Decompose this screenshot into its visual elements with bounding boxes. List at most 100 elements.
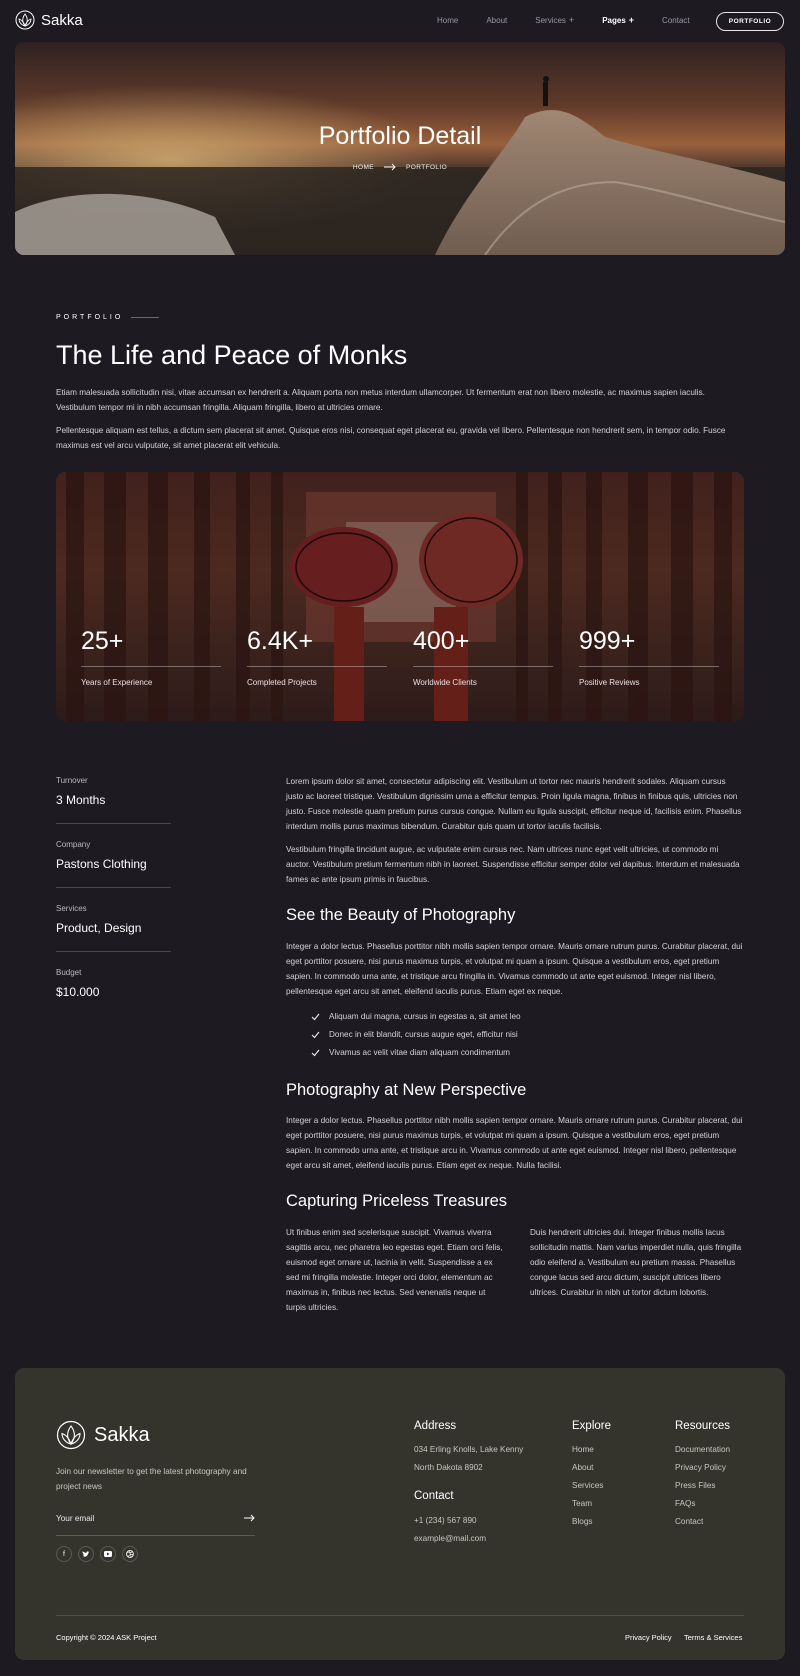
breadcrumb: HOME PORTFOLIO bbox=[15, 163, 785, 171]
address-line-1: 034 Erling Knolls, Lake Kenny bbox=[414, 1445, 524, 1454]
breadcrumb-home[interactable]: HOME bbox=[353, 164, 374, 171]
explore-link-home[interactable]: Home bbox=[572, 1445, 594, 1454]
privacy-policy-link[interactable]: Privacy Policy bbox=[625, 1633, 672, 1642]
info-value: $10.000 bbox=[56, 985, 100, 999]
social-links: f bbox=[56, 1546, 138, 1562]
check-item: Vivamus ac velit vitae diam aliquam cond… bbox=[311, 1048, 510, 1057]
nav-pages-label: Pages bbox=[602, 15, 626, 25]
dribbble-icon[interactable] bbox=[122, 1546, 138, 1562]
info-label: Budget bbox=[56, 968, 82, 977]
check-item: Aliquam dui magna, cursus in egestas a, … bbox=[311, 1012, 521, 1021]
stat-experience: 25+ Years of Experience bbox=[81, 627, 221, 687]
contact-email[interactable]: example@mail.com bbox=[414, 1534, 486, 1543]
check-icon bbox=[311, 1031, 320, 1038]
info-value: Product, Design bbox=[56, 921, 142, 935]
lotus-logo-icon bbox=[56, 1420, 86, 1450]
info-company: Company Pastons Clothing bbox=[56, 840, 171, 871]
explore-link-team[interactable]: Team bbox=[572, 1499, 592, 1508]
content-paragraph-2: Vestibulum fringilla tincidunt augue, ac… bbox=[286, 845, 740, 884]
contact-phone[interactable]: +1 (234) 567 890 bbox=[414, 1516, 477, 1525]
breadcrumb-current: PORTFOLIO bbox=[406, 163, 448, 171]
intro-paragraph-1: Etiam malesuada sollicitudin nisi, vitae… bbox=[56, 388, 705, 412]
content-paragraph-4: Integer a dolor lectus. Phasellus portti… bbox=[286, 1116, 743, 1170]
resources-link-contact[interactable]: Contact bbox=[675, 1517, 703, 1526]
check-label: Donec in elit blandit, cursus augue eget… bbox=[329, 1030, 518, 1039]
footer: Sakka Join our newsletter to get the lat… bbox=[15, 1368, 785, 1660]
plus-icon: + bbox=[568, 15, 575, 25]
facebook-icon[interactable]: f bbox=[56, 1546, 72, 1562]
explore-link-about[interactable]: About bbox=[572, 1463, 593, 1472]
stat-projects: 6.4K+ Completed Projects bbox=[247, 627, 387, 687]
resources-link-documentation[interactable]: Documentation bbox=[675, 1445, 730, 1454]
arrow-right-icon bbox=[384, 163, 396, 171]
explore-link-blogs[interactable]: Blogs bbox=[572, 1517, 592, 1526]
content-paragraph-3: Integer a dolor lectus. Phasellus portti… bbox=[286, 942, 743, 996]
resources-heading: Resources bbox=[675, 1420, 730, 1432]
contact-heading: Contact bbox=[414, 1490, 454, 1502]
resources-link-press[interactable]: Press Files bbox=[675, 1481, 716, 1490]
stat-reviews: 999+ Positive Reviews bbox=[579, 627, 719, 687]
explore-heading: Explore bbox=[572, 1420, 611, 1432]
address-line-2: North Dakota 8902 bbox=[414, 1463, 483, 1472]
eyebrow-divider bbox=[131, 317, 160, 318]
nav-home[interactable]: Home bbox=[437, 16, 458, 25]
resources-link-privacy[interactable]: Privacy Policy bbox=[675, 1463, 726, 1472]
arrow-right-icon[interactable] bbox=[244, 1514, 255, 1522]
check-label: Vivamus ac velit vitae diam aliquam cond… bbox=[329, 1048, 510, 1057]
address-heading: Address bbox=[414, 1420, 457, 1432]
intro-paragraph-2: Pellentesque aliquam est tellus, a dictu… bbox=[56, 426, 726, 450]
stat-divider bbox=[413, 666, 553, 667]
brand-logo[interactable]: Sakka bbox=[15, 10, 83, 30]
twitter-icon[interactable] bbox=[78, 1546, 94, 1562]
email-placeholder: Your email bbox=[56, 1514, 95, 1523]
explore-link-services[interactable]: Services bbox=[572, 1481, 603, 1490]
stat-label: Years of Experience bbox=[81, 678, 153, 687]
nav-pages[interactable]: Pages + bbox=[602, 15, 634, 25]
lotus-logo-icon bbox=[15, 10, 35, 30]
info-budget: Budget $10.000 bbox=[56, 968, 171, 999]
stats-banner: 25+ Years of Experience 6.4K+ Completed … bbox=[56, 472, 744, 721]
page-title: Portfolio Detail bbox=[318, 122, 482, 150]
info-services: Services Product, Design bbox=[56, 904, 171, 935]
top-navbar: Sakka Home About Services + Pages + Cont… bbox=[0, 0, 800, 42]
plus-icon: + bbox=[628, 15, 635, 25]
portfolio-button[interactable]: PORTFOLIO bbox=[716, 12, 784, 31]
stat-divider bbox=[579, 666, 719, 667]
eyebrow-label: PORTFOLIO bbox=[56, 314, 124, 321]
nav-contact[interactable]: Contact bbox=[662, 16, 690, 25]
youtube-icon[interactable] bbox=[100, 1546, 116, 1562]
nav-services[interactable]: Services + bbox=[535, 15, 574, 25]
check-icon bbox=[311, 1049, 320, 1056]
nav-services-label: Services bbox=[535, 15, 566, 25]
stat-value: 400+ bbox=[413, 627, 470, 655]
terms-link[interactable]: Terms & Services bbox=[684, 1633, 742, 1642]
project-title: The Life and Peace of Monks bbox=[56, 340, 408, 370]
stat-label: Completed Projects bbox=[247, 678, 317, 687]
info-divider bbox=[56, 823, 171, 824]
heading-treasures: Capturing Priceless Treasures bbox=[286, 1192, 508, 1210]
info-value: Pastons Clothing bbox=[56, 857, 147, 871]
footer-brand-name: Sakka bbox=[94, 1423, 150, 1446]
check-icon bbox=[311, 1013, 320, 1020]
check-item: Donec in elit blandit, cursus augue eget… bbox=[311, 1030, 518, 1039]
info-divider bbox=[56, 887, 171, 888]
hero-banner: Portfolio Detail HOME PORTFOLIO bbox=[15, 42, 785, 255]
newsletter-text: Join our newsletter to get the latest ph… bbox=[56, 1467, 247, 1491]
check-label: Aliquam dui magna, cursus in egestas a, … bbox=[329, 1012, 521, 1021]
brand-name: Sakka bbox=[41, 11, 83, 29]
content-column-1: Ut finibus enim sed scelerisque suscipit… bbox=[286, 1228, 503, 1312]
info-label: Company bbox=[56, 840, 91, 849]
nav-about[interactable]: About bbox=[486, 16, 507, 25]
heading-beauty: See the Beauty of Photography bbox=[286, 906, 516, 924]
stat-value: 6.4K+ bbox=[247, 627, 314, 655]
stat-label: Positive Reviews bbox=[579, 678, 640, 687]
section-eyebrow: PORTFOLIO bbox=[56, 314, 160, 321]
stat-value: 999+ bbox=[579, 627, 636, 655]
stat-label: Worldwide Clients bbox=[413, 678, 477, 687]
footer-brand[interactable]: Sakka bbox=[56, 1420, 150, 1450]
newsletter-email-field[interactable]: Your email bbox=[56, 1514, 255, 1536]
content-column-2: Duis hendrerit ultricies dui. Integer fi… bbox=[530, 1228, 742, 1297]
info-turnover: Turnover 3 Months bbox=[56, 776, 171, 807]
resources-link-faqs[interactable]: FAQs bbox=[675, 1499, 695, 1508]
info-divider bbox=[56, 951, 171, 952]
